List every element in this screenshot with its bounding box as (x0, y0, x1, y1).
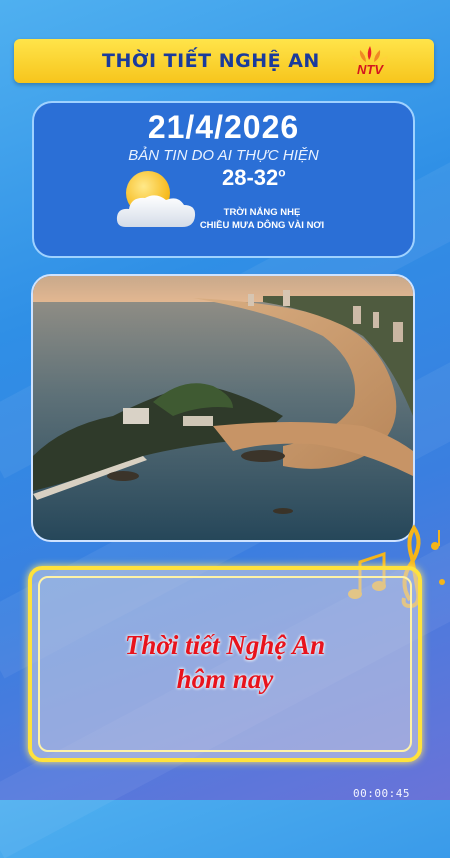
title-bar: THỜI TIẾT NGHỆ AN NTV (14, 39, 434, 83)
logo-text: NTV (357, 62, 384, 77)
video-timestamp: 00:00:45 (353, 787, 410, 800)
ntv-logo-icon: NTV (352, 46, 388, 77)
temperature-value: 28-32 (222, 165, 279, 190)
forecast-date: 21/4/2026 (147, 109, 300, 145)
condition-line-1: TRỜI NẮNG NHẸ (223, 207, 301, 218)
degree-mark: o (278, 165, 286, 180)
caption-line-1: Thời tiết Nghệ An (124, 630, 326, 660)
temperature-readout: 28-32o (222, 165, 286, 191)
caption-box: Thời tiết Nghệ An hôm nay (28, 566, 422, 762)
partly-sunny-icon (116, 171, 196, 227)
weather-card: 21/4/2026 BẢN TIN DO AI THỰC HIỆN 28-32o… (32, 101, 415, 258)
page-title: THỜI TIẾT NGHỆ AN (102, 50, 320, 72)
caption-line-2: hôm nay (176, 664, 274, 694)
forecast-subtitle: BẢN TIN DO AI THỰC HIỆN (128, 147, 319, 164)
coastline-photo (31, 274, 415, 542)
caption-text: Thời tiết Nghệ An hôm nay (32, 628, 418, 696)
condition-line-2: CHIỀU MƯA DÔNG VÀI NƠI (199, 220, 325, 231)
